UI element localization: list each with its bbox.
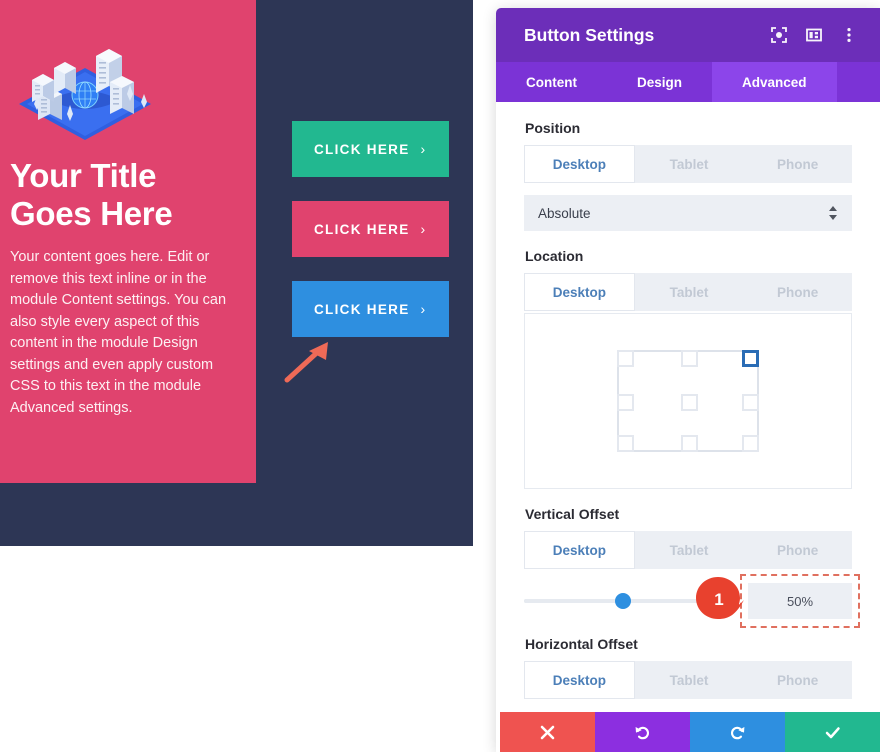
device-desktop-location[interactable]: Desktop bbox=[524, 273, 635, 311]
device-tablet-position[interactable]: Tablet bbox=[634, 145, 744, 183]
check-icon bbox=[825, 726, 840, 738]
modal-title: Button Settings bbox=[524, 24, 655, 45]
device-tablet-location[interactable]: Tablet bbox=[634, 273, 744, 311]
field-label-vertical-offset: Vertical Offset bbox=[525, 506, 620, 522]
position-select-value: Absolute bbox=[538, 205, 591, 221]
layout-panel-icon[interactable] bbox=[805, 26, 823, 44]
device-toggle-horizontal-offset: Desktop Tablet Phone bbox=[524, 661, 853, 699]
cta-button-pink-label: CLICK HERE bbox=[314, 221, 410, 237]
field-label-location: Location bbox=[525, 248, 584, 264]
device-toggle-position: Desktop Tablet Phone bbox=[524, 145, 853, 183]
more-options-icon[interactable] bbox=[840, 26, 858, 44]
anchor-top-right[interactable] bbox=[742, 350, 759, 367]
device-toggle-vertical-offset: Desktop Tablet Phone bbox=[524, 531, 853, 569]
tab-content[interactable]: Content bbox=[496, 62, 607, 102]
vertical-offset-value: 50% bbox=[786, 593, 814, 609]
field-label-position: Position bbox=[525, 120, 581, 136]
page-title-line-1: Your Title bbox=[10, 157, 157, 194]
tab-advanced[interactable]: Advanced bbox=[712, 62, 837, 102]
device-desktop-position[interactable]: Desktop bbox=[524, 145, 635, 183]
anchor-bottom-center[interactable] bbox=[681, 435, 698, 452]
device-phone-location[interactable]: Phone bbox=[743, 273, 853, 311]
anchor-top-left[interactable] bbox=[617, 350, 634, 367]
cta-button-pink[interactable]: CLICK HERE › bbox=[292, 201, 449, 257]
cta-button-blue[interactable]: CLICK HERE › bbox=[292, 281, 449, 337]
field-label-horizontal-offset: Horizontal Offset bbox=[525, 636, 638, 652]
slider-fill bbox=[524, 599, 623, 603]
anchor-bottom-right[interactable] bbox=[742, 435, 759, 452]
cta-button-green-label: CLICK HERE bbox=[314, 141, 410, 157]
anchor-middle-left[interactable] bbox=[617, 394, 634, 411]
anchor-bottom-left[interactable] bbox=[617, 435, 634, 452]
cta-button-blue-label: CLICK HERE bbox=[314, 301, 410, 317]
modal-header-icons bbox=[770, 26, 858, 44]
redo-icon bbox=[730, 726, 745, 739]
vertical-offset-value-field[interactable]: 50% bbox=[740, 574, 860, 628]
chevron-right-icon: › bbox=[420, 301, 426, 317]
page-title: Your Title Goes Here bbox=[10, 157, 234, 233]
button-settings-modal: Button Settings Content Design Advanced … bbox=[496, 8, 880, 752]
chevron-updown-icon bbox=[829, 206, 837, 220]
close-icon bbox=[540, 725, 555, 739]
vertical-offset-slider-row: 50% 1 bbox=[524, 574, 860, 628]
device-tablet-vertical[interactable]: Tablet bbox=[634, 531, 744, 569]
chevron-right-icon: › bbox=[420, 141, 426, 157]
anchor-middle-right[interactable] bbox=[742, 394, 759, 411]
vertical-offset-slider[interactable] bbox=[524, 593, 734, 609]
anchor-top-center[interactable] bbox=[681, 350, 698, 367]
position-select[interactable]: Absolute bbox=[524, 195, 852, 231]
redo-button[interactable] bbox=[690, 712, 785, 752]
location-anchor-picker bbox=[524, 313, 852, 489]
modal-header: Button Settings bbox=[496, 8, 880, 62]
undo-button[interactable] bbox=[595, 712, 690, 752]
device-toggle-location: Desktop Tablet Phone bbox=[524, 273, 853, 311]
device-desktop-horizontal[interactable]: Desktop bbox=[524, 661, 635, 699]
tab-design[interactable]: Design bbox=[607, 62, 712, 102]
device-phone-horizontal[interactable]: Phone bbox=[743, 661, 853, 699]
modal-body: Position Desktop Tablet Phone Absolute L… bbox=[496, 102, 880, 712]
page-title-line-2: Goes Here bbox=[10, 195, 173, 232]
modal-tab-bar: Content Design Advanced bbox=[496, 62, 880, 102]
anchor-middle-center[interactable] bbox=[681, 394, 698, 411]
screen-root: Your Title Goes Here Your content goes h… bbox=[0, 0, 880, 752]
modal-footer-toolbar bbox=[500, 712, 880, 752]
isometric-city-illustration bbox=[19, 49, 151, 140]
cta-button-stack: CLICK HERE › CLICK HERE › CLICK HERE › bbox=[292, 121, 449, 361]
annotation-arrow-icon bbox=[284, 342, 328, 383]
field-horizontal-offset: Horizontal Offset Desktop Tablet Phone bbox=[524, 636, 853, 699]
slider-handle[interactable] bbox=[614, 593, 631, 609]
cancel-button[interactable] bbox=[500, 712, 595, 752]
field-vertical-offset: Vertical Offset Desktop Tablet Phone 50% bbox=[524, 506, 860, 628]
device-desktop-vertical[interactable]: Desktop bbox=[524, 531, 635, 569]
preview-text-column: Your Title Goes Here Your content goes h… bbox=[0, 0, 256, 483]
device-phone-position[interactable]: Phone bbox=[743, 145, 853, 183]
save-button[interactable] bbox=[785, 712, 880, 752]
device-tablet-horizontal[interactable]: Tablet bbox=[634, 661, 744, 699]
device-phone-vertical[interactable]: Phone bbox=[743, 531, 853, 569]
cta-button-green[interactable]: CLICK HERE › bbox=[292, 121, 449, 177]
focus-target-icon[interactable] bbox=[770, 26, 788, 44]
page-body-text: Your content goes here. Edit or remove t… bbox=[10, 249, 227, 416]
chevron-right-icon: › bbox=[420, 221, 426, 237]
page-preview-canvas: Your Title Goes Here Your content goes h… bbox=[0, 0, 473, 546]
undo-icon bbox=[635, 726, 650, 739]
field-position: Position Desktop Tablet Phone Absolute bbox=[524, 120, 853, 231]
field-location: Location Desktop Tablet Phone bbox=[524, 248, 853, 489]
location-grid bbox=[617, 350, 759, 452]
